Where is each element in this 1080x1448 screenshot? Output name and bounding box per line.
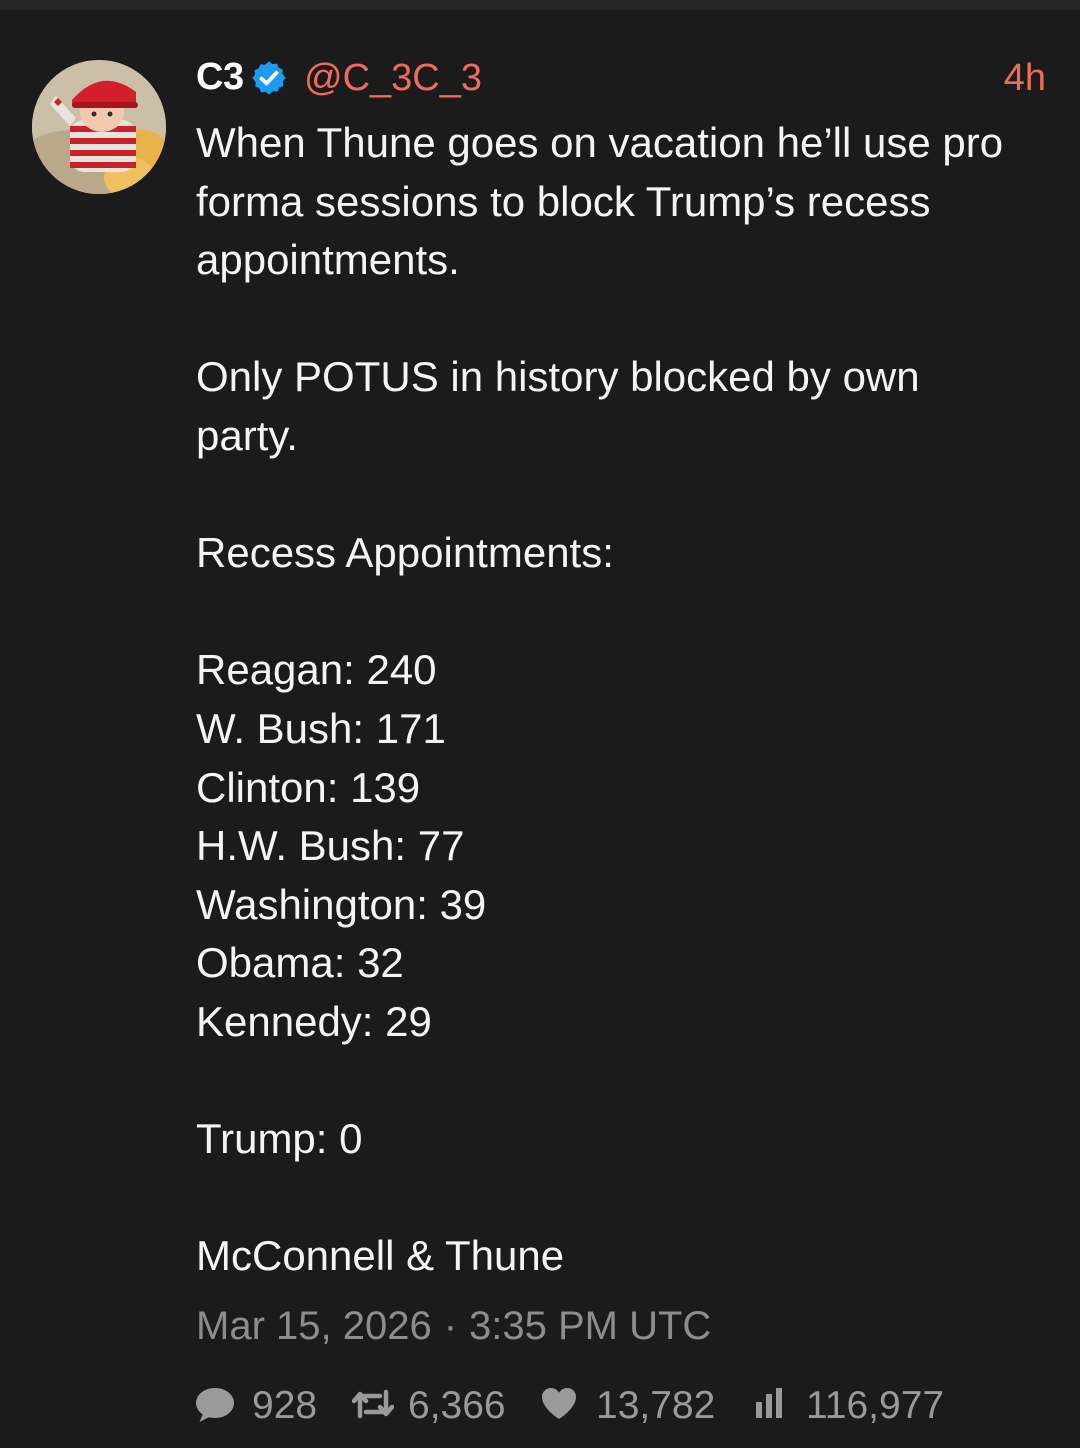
post-text-line: party. (196, 411, 298, 459)
post-text-line: W. Bush: 171 (196, 704, 446, 752)
post-header: C3 @C_3C_3 4h (196, 52, 1046, 100)
like-button[interactable]: 13,782 (540, 1380, 720, 1430)
post-text-line: forma sessions to block Trump’s recess (196, 177, 931, 225)
view-count: 116,977 (806, 1384, 945, 1427)
post-text-line: Obama: 32 (196, 939, 404, 987)
post-card[interactable]: C3 @C_3C_3 4h When Thune goes on vacatio… (0, 10, 1080, 1448)
author-handle[interactable]: @C_3C_3 (304, 57, 482, 100)
post-text-line: Kennedy: 29 (196, 997, 432, 1045)
post-text-line: Clinton: 139 (196, 763, 421, 811)
reply-count: 928 (252, 1384, 318, 1427)
bar-chart-icon (756, 1388, 782, 1418)
avatar[interactable] (32, 60, 166, 194)
avatar-image (32, 60, 166, 194)
top-divider (0, 0, 1080, 10)
like-count: 13,782 (596, 1384, 716, 1427)
post-datetime[interactable]: Mar 15, 2026 · 3:35 PM UTC (196, 1304, 711, 1349)
verified-badge-icon (252, 61, 286, 95)
post-text-line: Washington: 39 (196, 880, 487, 928)
post-date: Mar 15, 2026 (196, 1304, 432, 1348)
author-display-name[interactable]: C3 (196, 56, 244, 99)
post-text: When Thune goes on vacation he’ll use pr… (196, 114, 1056, 1286)
post-text-line: Only POTUS in history blocked by own (196, 353, 920, 401)
post-text-line: Trump: 0 (196, 1115, 363, 1163)
post-time: 3:35 PM UTC (469, 1304, 712, 1348)
post-text-line: H.W. Bush: 77 (196, 822, 465, 870)
post-actions: 928 6,366 13,782 116,977 (194, 1380, 1054, 1430)
post-text-line: When Thune goes on vacation he’ll use pr… (196, 119, 1004, 166)
speech-bubble-icon (196, 1388, 234, 1422)
repost-button[interactable]: 6,366 (352, 1380, 512, 1430)
post-text-line: Recess Appointments: (196, 529, 614, 577)
views-button[interactable]: 116,977 (754, 1380, 964, 1430)
post-text-line: Reagan: 240 (196, 646, 437, 694)
meta-separator: · (443, 1304, 458, 1348)
repost-arrows-icon (352, 1389, 394, 1419)
post-text-line: McConnell & Thune (196, 1232, 565, 1280)
repost-count: 6,366 (408, 1384, 506, 1427)
relative-timestamp[interactable]: 4h (1004, 57, 1046, 100)
reply-button[interactable]: 928 (194, 1380, 324, 1430)
post-text-line: appointments. (196, 236, 460, 284)
heart-icon (542, 1388, 576, 1419)
